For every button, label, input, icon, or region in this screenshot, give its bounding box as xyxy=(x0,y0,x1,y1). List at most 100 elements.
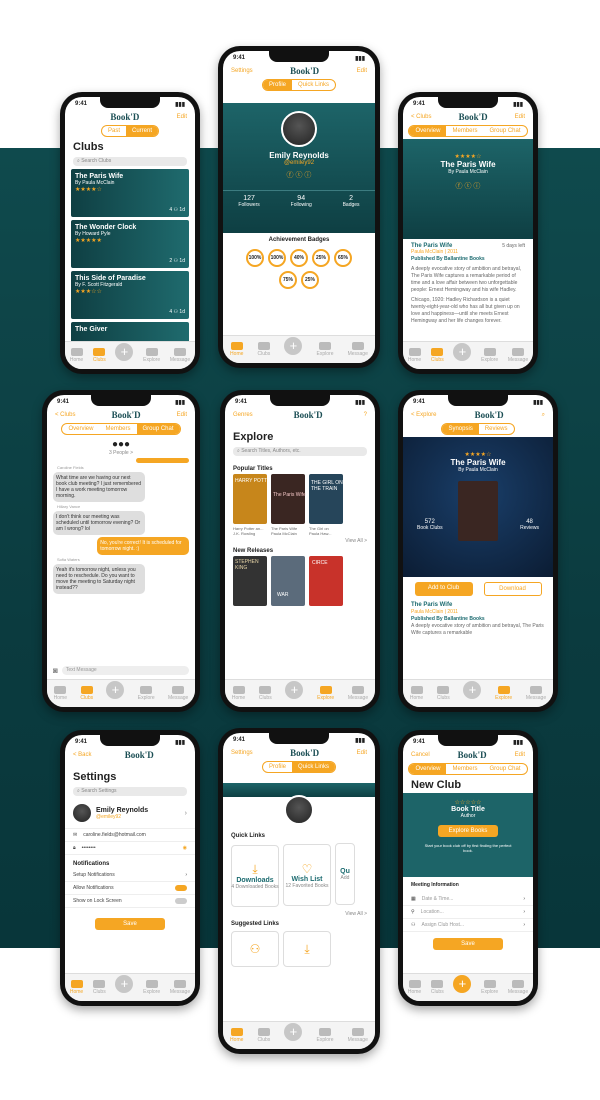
badge[interactable]: 65% xyxy=(334,249,352,267)
tab-message[interactable]: Message xyxy=(526,686,546,701)
club-tabs[interactable]: Overview Members Group Chat xyxy=(61,423,181,435)
tab-home[interactable]: Home xyxy=(408,980,421,995)
password-field[interactable]: 🔒︎ •••••••• ◉ xyxy=(65,842,195,855)
setting-row[interactable]: Show on Lock Screen xyxy=(65,895,195,908)
stat-following[interactable]: 94 Following xyxy=(291,195,312,208)
tab-explore[interactable]: Explore xyxy=(317,1028,333,1043)
book-cover[interactable] xyxy=(458,481,498,541)
explore-books-button[interactable]: Explore Books xyxy=(438,825,498,837)
seg-members[interactable]: Members xyxy=(446,764,483,774)
eye-icon[interactable]: ◉ xyxy=(183,845,187,851)
edit-button[interactable]: Edit xyxy=(177,114,187,120)
tab-home[interactable]: Home xyxy=(408,348,421,363)
allow-notifications-toggle[interactable] xyxy=(175,885,187,891)
tab-home[interactable]: Home xyxy=(70,980,83,995)
seg-reviews[interactable]: Reviews xyxy=(479,424,514,434)
view-all-link[interactable]: View All > xyxy=(225,536,375,546)
tab-home[interactable]: Home xyxy=(232,686,245,701)
downloads-card[interactable]: ⤓ Downloads 4 Downloaded Books xyxy=(231,844,279,907)
badge[interactable]: 40% xyxy=(290,249,308,267)
tab-explore[interactable]: Explore xyxy=(317,342,333,357)
tab-explore[interactable]: Explore xyxy=(138,686,155,701)
seg-overview[interactable]: Overview xyxy=(409,126,447,136)
tab-clubs[interactable]: Clubs xyxy=(437,686,450,701)
seg-group-chat[interactable]: Group Chat xyxy=(136,424,180,434)
back-button[interactable]: < Explore xyxy=(411,412,437,418)
suggested-card[interactable]: ⚇ xyxy=(231,930,279,967)
seg-group-chat[interactable]: Group Chat xyxy=(484,126,527,136)
tab-home[interactable]: Home xyxy=(70,348,83,363)
add-button[interactable]: + xyxy=(284,336,303,355)
book-cover[interactable]: CIRCE xyxy=(309,556,343,606)
genres-link[interactable]: Genres xyxy=(233,412,253,418)
message-input[interactable]: Text Message xyxy=(61,666,189,675)
save-button[interactable]: Save xyxy=(433,938,503,950)
add-button[interactable]: + xyxy=(453,974,472,993)
setting-row[interactable]: Setup Notifications › xyxy=(65,869,195,882)
social-icons[interactable]: ⓕ ⓣ ⓘ xyxy=(223,170,375,180)
seg-overview[interactable]: Overview xyxy=(409,764,447,774)
badge[interactable]: 25% xyxy=(312,249,330,267)
tab-explore[interactable]: Explore xyxy=(143,348,160,363)
search-icon[interactable]: ⌕ xyxy=(542,412,545,419)
search-input[interactable]: ⌕ Search Titles, Authors, etc. xyxy=(233,447,367,456)
book-cover[interactable]: HARRY POTTER xyxy=(233,474,274,524)
location-field[interactable]: ⚲ Location... › xyxy=(403,906,533,919)
search-input[interactable]: ⌕ Search Settings xyxy=(73,787,187,796)
date-time-field[interactable]: ▦ Date & Time... › xyxy=(403,893,533,906)
chat-members[interactable]: ●●● 3 People > xyxy=(47,439,195,456)
tab-message[interactable]: Message xyxy=(168,686,188,701)
settings-link[interactable]: Settings xyxy=(231,750,253,756)
club-tabs[interactable]: Overview Members Group Chat xyxy=(408,125,528,137)
tab-explore[interactable]: Explore xyxy=(481,980,498,995)
suggested-card[interactable]: ⤓ xyxy=(283,931,331,967)
badge[interactable]: 75% xyxy=(279,271,297,289)
tab-clubs[interactable]: Clubs xyxy=(93,980,106,995)
past-current-toggle[interactable]: Past Current xyxy=(100,125,160,137)
edit-button[interactable]: Edit xyxy=(357,750,367,756)
tab-message[interactable]: Message xyxy=(170,980,190,995)
book-cover[interactable]: WAR xyxy=(271,556,305,606)
tab-explore[interactable]: Explore xyxy=(143,980,160,995)
tab-clubs[interactable]: Clubs xyxy=(258,1028,270,1043)
book-title-link[interactable]: The Paris Wife xyxy=(403,601,553,609)
cancel-button[interactable]: Cancel xyxy=(411,752,430,758)
tab-home[interactable]: Home xyxy=(410,686,423,701)
tab-explore[interactable]: Explore xyxy=(317,686,334,701)
book-cover[interactable]: STEPHEN KING xyxy=(233,556,267,606)
club-card[interactable]: The Wonder Clock By Howard Pyle ★★★★★ 2 ⚇ 1… xyxy=(71,220,189,268)
tab-message[interactable]: Message xyxy=(170,348,190,363)
more-card[interactable]: Qu Add xyxy=(335,843,355,905)
tab-message[interactable]: Message xyxy=(348,342,368,357)
avatar[interactable] xyxy=(284,795,314,825)
tab-explore[interactable]: Explore xyxy=(481,348,498,363)
add-button[interactable]: + xyxy=(115,342,134,361)
badge[interactable]: 100% xyxy=(268,249,286,267)
seg-profile[interactable]: Profile xyxy=(262,80,292,90)
tab-message[interactable]: Message xyxy=(508,980,528,995)
email-field[interactable]: ✉ caroline.fields@hotmail.com xyxy=(65,829,195,842)
add-button[interactable]: + xyxy=(453,342,472,361)
seg-current[interactable]: Current xyxy=(126,126,159,136)
stat-followers[interactable]: 127 Followers xyxy=(238,195,259,208)
badge[interactable]: 100% xyxy=(246,249,264,267)
save-button[interactable]: Save xyxy=(95,918,165,930)
seg-profile[interactable]: Profile xyxy=(263,762,292,772)
tab-home[interactable]: Home xyxy=(230,342,243,357)
lock-screen-toggle[interactable] xyxy=(175,898,187,904)
badge[interactable]: 25% xyxy=(301,271,319,289)
tab-clubs[interactable]: Clubs xyxy=(259,686,272,701)
club-tabs[interactable]: Overview Members Group Chat xyxy=(408,763,528,775)
seg-overview[interactable]: Overview xyxy=(62,424,99,434)
profile-toggle[interactable]: Profile Quick Links xyxy=(261,761,337,773)
tab-clubs[interactable]: Clubs xyxy=(431,348,444,363)
seg-members[interactable]: Members xyxy=(446,126,483,136)
profile-toggle[interactable]: Profile Quick Links xyxy=(261,79,337,91)
search-input[interactable]: ⌕ Search Clubs xyxy=(73,157,187,166)
settings-link[interactable]: Settings xyxy=(231,68,253,74)
help-icon[interactable]: ? xyxy=(364,412,367,418)
host-field[interactable]: ⚇ Assign Club Host... › xyxy=(403,919,533,932)
seg-past[interactable]: Past xyxy=(102,126,126,136)
seg-group-chat[interactable]: Group Chat xyxy=(484,764,527,774)
edit-button[interactable]: Edit xyxy=(515,114,525,120)
